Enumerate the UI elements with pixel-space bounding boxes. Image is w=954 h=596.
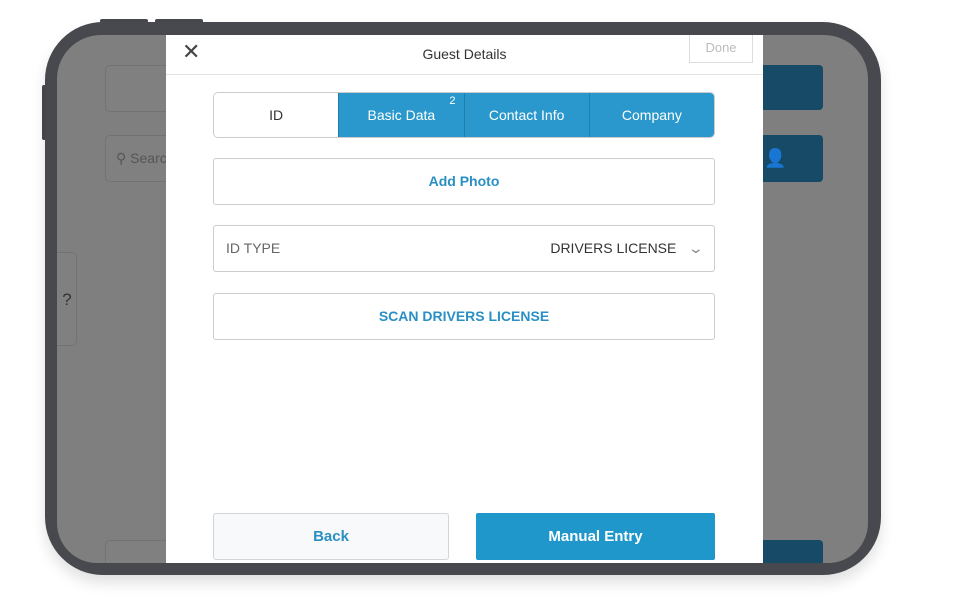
user-icon: 👤 [764, 148, 787, 168]
tab-badge: 2 [449, 95, 456, 107]
tab-label: ID [269, 107, 284, 123]
id-type-value: DRIVERS LICENSE [550, 240, 677, 256]
search-icon: ⚲ [116, 150, 127, 166]
manual-entry-button[interactable]: Manual Entry [476, 513, 715, 560]
done-button[interactable]: Done [689, 35, 753, 63]
id-type-label: ID TYPE [226, 240, 281, 256]
tab-label: Basic Data [367, 107, 436, 123]
tab-label: Company [621, 107, 682, 123]
tab-label: Contact Info [488, 107, 565, 123]
modal-title: Guest Details [422, 46, 507, 62]
back-button[interactable]: Back [213, 513, 449, 560]
tab-basic-data[interactable]: Basic Data 2 [338, 93, 464, 137]
tab-id[interactable]: ID [214, 93, 339, 137]
guest-details-modal: ✕ Guest Details Done ID Basic Data 2 Cont… [166, 35, 763, 563]
tab-contact-info[interactable]: Contact Info [463, 93, 589, 137]
id-type-select[interactable]: ID TYPE DRIVERS LICENSE ⌄ [213, 225, 715, 272]
scan-drivers-license-button[interactable]: SCAN DRIVERS LICENSE [213, 293, 715, 340]
add-photo-button[interactable]: Add Photo [213, 158, 715, 205]
help-tab[interactable]: ? [57, 252, 77, 346]
tab-bar: ID Basic Data 2 Contact Info Company [213, 92, 715, 138]
tab-company[interactable]: Company [588, 93, 714, 137]
chevron-down-icon: ⌄ [687, 240, 705, 256]
modal-header: ✕ Guest Details Done [166, 35, 763, 75]
